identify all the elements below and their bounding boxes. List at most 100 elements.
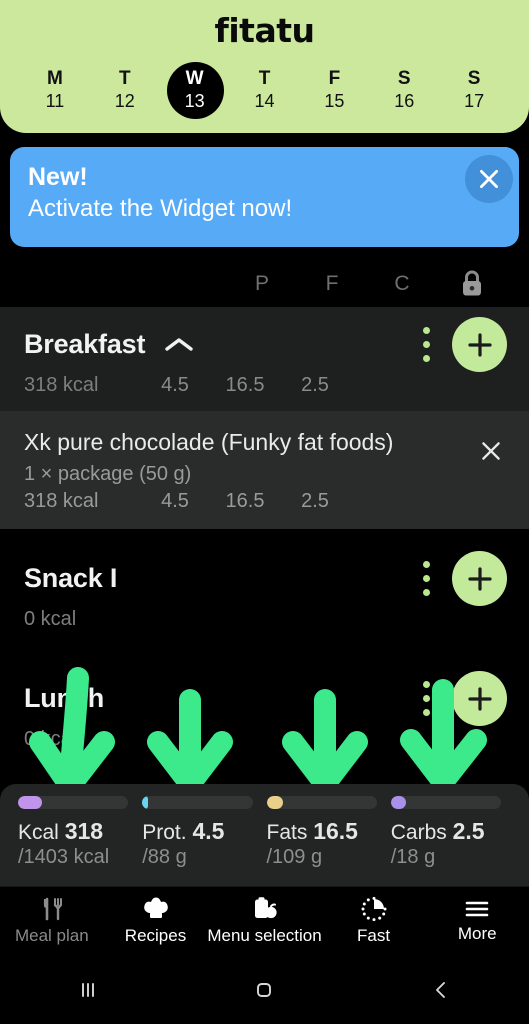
food-item-macros: 318 kcal 4.5 16.5 2.5 — [24, 490, 507, 513]
day-number-label: 11 — [45, 91, 65, 111]
app-screen: fitatu M 11 T 12 W 13 T 14 F 15 S 16 S 1… — [0, 0, 529, 1024]
summary-cell-carbs[interactable]: Carbs 2.5 /18 g — [390, 796, 515, 886]
progress-fill — [142, 796, 148, 809]
add-food-button-breakfast[interactable] — [452, 317, 507, 372]
food-protein-value: 4.5 — [161, 490, 189, 512]
food-kcal-value: 318 kcal — [24, 490, 99, 512]
meal-options-button[interactable] — [417, 677, 436, 720]
summary-metric-name: Carbs — [390, 821, 447, 844]
meal-section-snack-1: Snack I 0 kcal — [0, 529, 529, 649]
day-number-label: 15 — [324, 91, 345, 111]
nav-item-more[interactable]: More — [425, 887, 529, 955]
summary-label-kcal: Kcal 318 — [18, 818, 128, 845]
calendar-day-4[interactable]: F 15 — [299, 59, 369, 121]
kebab-dot — [423, 695, 430, 702]
meal-header-row[interactable]: Lunch — [24, 671, 507, 726]
macro-header-protein: P — [254, 272, 269, 295]
kebab-dot — [423, 681, 430, 688]
macro-column-headers: P F C — [0, 261, 529, 307]
nav-label: Menu selection — [207, 926, 322, 945]
food-carbs-value: 2.5 — [301, 490, 329, 512]
app-header: fitatu M 11 T 12 W 13 T 14 F 15 S 16 S 1… — [0, 0, 529, 133]
day-of-week-label: W — [185, 68, 204, 89]
food-item-portion: 1 × package (50 g) — [24, 463, 192, 485]
calendar-day-5[interactable]: S 16 — [369, 59, 439, 121]
progress-fill — [390, 796, 407, 809]
meal-options-button[interactable] — [417, 557, 436, 600]
chef-hat-icon — [143, 897, 168, 918]
recents-icon — [82, 982, 95, 997]
nav-label: More — [457, 924, 497, 943]
meal-kcal-value: 0 kcal — [24, 608, 77, 630]
summary-metric-name: Fats — [266, 821, 308, 844]
meal-header-row[interactable]: Breakfast — [24, 317, 507, 372]
add-food-button-lunch[interactable] — [452, 671, 507, 726]
summary-cell-fats[interactable]: Fats 16.5 /109 g — [266, 796, 391, 886]
progress-fill — [266, 796, 284, 809]
summary-goal-fats: /109 g — [266, 846, 323, 868]
remove-food-item-button[interactable] — [473, 433, 509, 469]
nav-label: Fast — [356, 926, 391, 945]
nav-item-menu-selection[interactable]: Menu selection — [207, 887, 322, 955]
nav-item-fast[interactable]: Fast — [322, 887, 426, 955]
meal-header-row[interactable]: Snack I — [24, 551, 507, 606]
progress-track — [390, 796, 501, 809]
plus-icon — [467, 332, 492, 357]
summary-metric-name: Prot. — [142, 821, 187, 844]
day-number-label: 16 — [394, 91, 415, 111]
summary-metric-value: 4.5 — [192, 818, 225, 844]
kebab-dot — [423, 561, 430, 568]
calendar-day-1[interactable]: T 12 — [90, 59, 160, 121]
meal-kcal-value: 0 kcal — [24, 728, 77, 750]
meal-actions — [417, 671, 507, 726]
kebab-dot — [423, 589, 430, 596]
summary-cell-protein[interactable]: Prot. 4.5 /88 g — [142, 796, 266, 886]
meal-collapse-toggle[interactable] — [163, 335, 195, 355]
android-system-nav — [0, 955, 529, 1024]
bottom-navigation: Meal plan Recipes Menu selection Fast Mo… — [0, 886, 529, 955]
meal-section-breakfast: Breakfast 318 kcal 4.5 16.5 2.5 — [0, 307, 529, 411]
meal-name-label: Breakfast — [24, 329, 146, 359]
day-of-week-label: F — [328, 68, 341, 89]
summary-goal-carbs: /18 g — [390, 846, 436, 868]
meal-actions — [417, 317, 507, 372]
calendar-day-6[interactable]: S 17 — [439, 59, 509, 121]
food-fat-value: 16.5 — [225, 490, 265, 512]
plus-icon — [467, 686, 492, 711]
meal-carbs-value: 2.5 — [301, 374, 329, 396]
meal-fat-value: 16.5 — [225, 374, 265, 396]
add-food-button-snack-1[interactable] — [452, 551, 507, 606]
android-home-button[interactable] — [176, 955, 352, 1024]
calendar-day-3[interactable]: T 14 — [230, 59, 300, 121]
progress-track — [18, 796, 129, 809]
meal-name-label: Lunch — [24, 683, 104, 713]
hamburger-menu-icon — [465, 901, 489, 917]
android-back-button[interactable] — [353, 955, 529, 1024]
summary-metric-name: Kcal — [18, 821, 59, 844]
meal-kcal-value: 318 kcal — [24, 374, 99, 396]
meal-options-button[interactable] — [417, 323, 436, 366]
progress-track — [266, 796, 377, 809]
food-item-row[interactable]: Xk pure chocolade (Funky fat foods) 1 × … — [0, 411, 529, 529]
day-of-week-label: T — [118, 68, 131, 89]
summary-cell-kcal[interactable]: Kcal 318 /1403 kcal — [18, 796, 142, 886]
day-of-week-label: T — [258, 68, 271, 89]
summary-goal-kcal: /1403 kcal — [18, 846, 110, 868]
calendar-day-0[interactable]: M 11 — [20, 59, 90, 121]
kebab-dot — [423, 575, 430, 582]
summary-label-carbs: Carbs 2.5 — [391, 818, 501, 845]
calendar-day-2-selected[interactable]: W 13 — [160, 59, 230, 121]
macro-lock-button[interactable] — [437, 269, 507, 299]
summary-goal-protein: /88 g — [142, 846, 187, 868]
progress-track — [142, 796, 253, 809]
plus-icon — [467, 566, 492, 591]
food-item-name: Xk pure chocolade (Funky fat foods) — [24, 429, 394, 455]
kebab-dot — [423, 327, 430, 334]
progress-fill — [18, 796, 43, 809]
nav-item-recipes[interactable]: Recipes — [104, 887, 208, 955]
nav-item-meal-plan[interactable]: Meal plan — [0, 887, 104, 955]
android-recents-button[interactable] — [0, 955, 176, 1024]
widget-promo-banner[interactable]: New! Activate the Widget now! — [10, 147, 519, 247]
day-number-label: 12 — [114, 91, 135, 111]
banner-close-button[interactable] — [465, 155, 513, 203]
